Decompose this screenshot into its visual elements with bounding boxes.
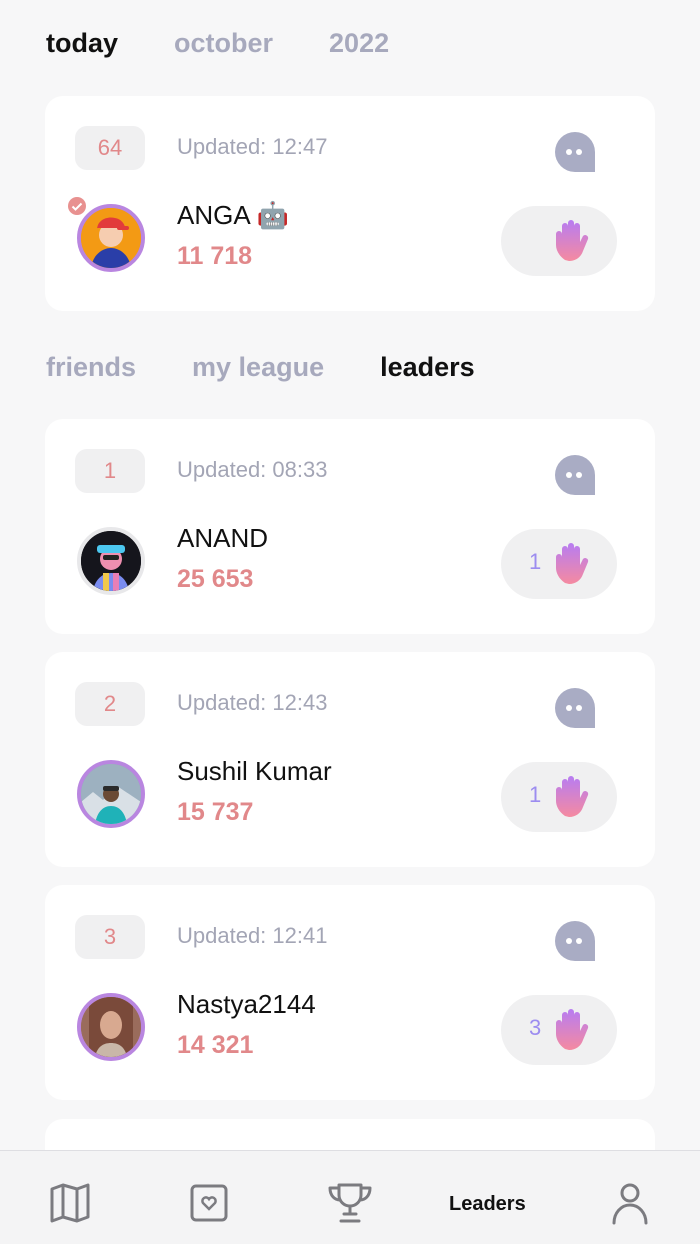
tab-friends[interactable]: friends — [46, 352, 136, 383]
wave-hand-icon — [556, 543, 589, 584]
nav-profile[interactable] — [605, 1181, 655, 1225]
wave-count: 1 — [529, 782, 542, 807]
rank-badge: 64 — [75, 126, 145, 170]
player-score: 25 653 — [177, 565, 254, 593]
bottom-nav: Leaders — [0, 1150, 700, 1244]
period-tabs: today october 2022 — [46, 28, 389, 59]
player-name: ANAND — [177, 523, 269, 553]
verified-badge-icon — [68, 197, 86, 215]
avatar[interactable] — [77, 204, 145, 272]
updated-time: Updated: 08:33 — [177, 457, 328, 482]
wave-hand-icon — [556, 220, 589, 261]
wave-count: 1 — [529, 549, 542, 574]
profile-icon — [612, 1183, 648, 1225]
chat-icon[interactable] — [553, 453, 597, 497]
avatar-photo-icon — [81, 764, 141, 824]
leader-card: 3 Updated: 12:41 Nastya2144 14 321 3 — [45, 885, 655, 1100]
heart-card-icon — [190, 1184, 228, 1222]
tab-today[interactable]: today — [46, 28, 118, 59]
tab-leaders[interactable]: leaders — [380, 352, 475, 383]
wave-button[interactable] — [501, 206, 617, 276]
player-score: 15 737 — [177, 798, 254, 826]
my-rank-card: 64 Updated: 12:47 ANGA 🤖 11 718 — [45, 96, 655, 311]
rank-badge: 2 — [75, 682, 145, 726]
player-score: 11 718 — [177, 242, 253, 270]
nav-favorites[interactable] — [184, 1181, 234, 1225]
chat-icon[interactable] — [553, 130, 597, 174]
wave-count: 3 — [529, 1015, 542, 1040]
chat-icon[interactable] — [553, 919, 597, 963]
tab-my-league[interactable]: my league — [192, 352, 324, 383]
wave-button[interactable]: 3 — [501, 995, 617, 1065]
rank-badge: 3 — [75, 915, 145, 959]
wave-button[interactable]: 1 — [501, 762, 617, 832]
wave-hand-icon — [556, 776, 589, 817]
avatar-cartoon-icon — [81, 208, 141, 268]
leader-card: 1 Updated: 08:33 ANAND 25 653 1 — [45, 419, 655, 634]
section-tabs: friends my league leaders — [46, 352, 475, 383]
updated-time: Updated: 12:43 — [177, 690, 328, 715]
avatar[interactable] — [77, 527, 145, 595]
leader-card: 2 Updated: 12:43 Sushil Kumar 15 737 1 — [45, 652, 655, 867]
avatar-cartoon-icon — [81, 531, 141, 591]
player-name: Nastya2144 — [177, 989, 316, 1019]
wave-button[interactable]: 1 — [501, 529, 617, 599]
tab-year[interactable]: 2022 — [329, 28, 389, 59]
player-name: ANGA 🤖 — [177, 200, 289, 230]
avatar-photo-icon — [81, 997, 141, 1057]
trophy-icon — [328, 1183, 372, 1223]
player-name: Sushil Kumar — [177, 756, 332, 786]
tab-october[interactable]: october — [174, 28, 273, 59]
wave-hand-icon — [556, 1009, 589, 1050]
nav-map[interactable] — [45, 1181, 95, 1225]
nav-trophy[interactable] — [325, 1181, 375, 1225]
rank-badge: 1 — [75, 449, 145, 493]
avatar[interactable] — [77, 760, 145, 828]
nav-leaders-label[interactable]: Leaders — [449, 1193, 526, 1216]
avatar[interactable] — [77, 993, 145, 1061]
updated-time: Updated: 12:47 — [177, 134, 328, 159]
chat-icon[interactable] — [553, 686, 597, 730]
player-score: 14 321 — [177, 1031, 254, 1059]
map-icon — [50, 1183, 90, 1223]
updated-time: Updated: 12:41 — [177, 923, 328, 948]
